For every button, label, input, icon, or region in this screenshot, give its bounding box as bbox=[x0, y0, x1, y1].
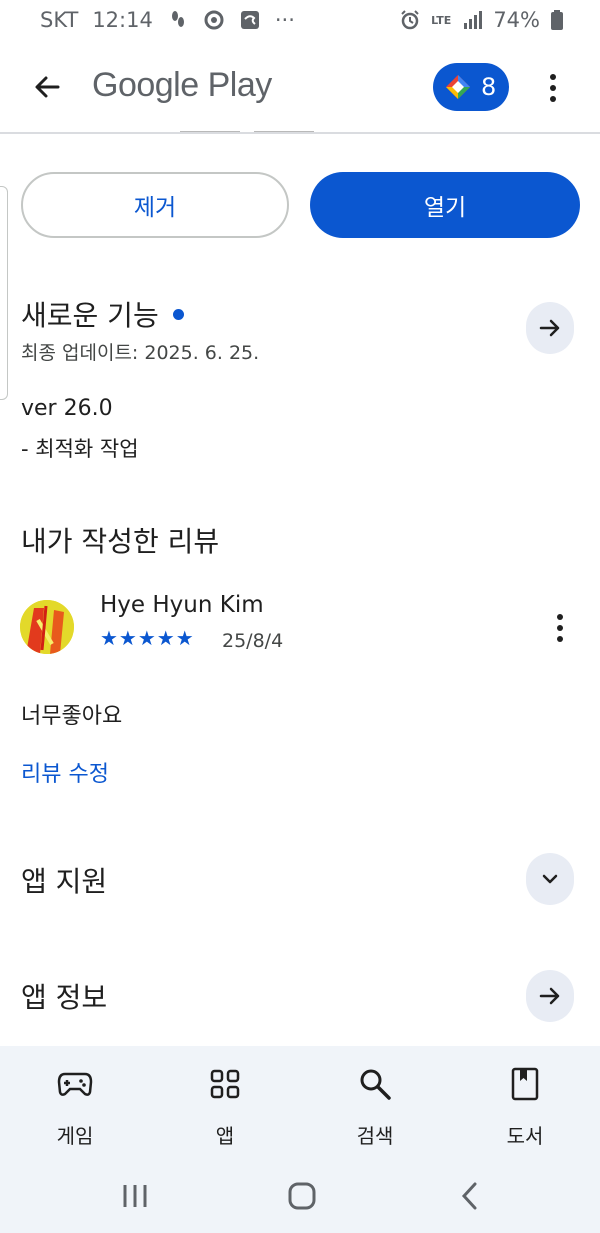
app-notification-icon bbox=[239, 9, 261, 31]
chrome-icon bbox=[203, 9, 225, 31]
nav-item-games[interactable]: 게임 bbox=[0, 1046, 150, 1158]
arrow-right-icon bbox=[539, 319, 560, 337]
more-dot bbox=[550, 96, 556, 102]
network-type: LTE bbox=[431, 13, 452, 27]
recent-apps-button[interactable] bbox=[110, 1176, 160, 1216]
more-dots-icon bbox=[550, 74, 556, 80]
status-bar: SKT 12:14 ··· LTE 74% bbox=[0, 0, 600, 44]
status-left: SKT 12:14 ··· bbox=[40, 8, 295, 32]
app-title: Google Play bbox=[92, 66, 272, 104]
review-date: 25/8/4 bbox=[222, 630, 284, 652]
edit-review-link[interactable]: 리뷰 수정 bbox=[21, 756, 109, 788]
whats-new-heading[interactable]: 새로운 기능 bbox=[21, 294, 184, 334]
app-support-heading[interactable]: 앱 지원 bbox=[21, 860, 107, 900]
whats-new-title: 새로운 기능 bbox=[21, 299, 159, 332]
play-points-icon bbox=[446, 75, 470, 99]
more-dot bbox=[550, 85, 556, 91]
more-dot bbox=[557, 625, 563, 631]
version-text: ver 26.0 bbox=[21, 396, 113, 421]
clock: 12:14 bbox=[92, 8, 153, 32]
more-dot bbox=[557, 636, 563, 642]
back-button[interactable] bbox=[24, 64, 70, 110]
book-icon bbox=[505, 1064, 545, 1104]
chevron-down-icon bbox=[542, 874, 558, 884]
play-points-count: 8 bbox=[481, 73, 497, 101]
reviewer-avatar bbox=[20, 600, 74, 654]
gamepad-icon bbox=[55, 1064, 95, 1104]
battery-icon bbox=[550, 9, 564, 31]
nav-label-books: 도서 bbox=[506, 1124, 544, 1148]
home-button[interactable] bbox=[277, 1176, 327, 1216]
my-review-heading: 내가 작성한 리뷰 bbox=[21, 525, 220, 558]
last-updated: 최종 업데이트: 2025. 6. 25. bbox=[21, 342, 260, 364]
alarm-icon bbox=[399, 9, 421, 31]
more-notifications-indicator: ··· bbox=[274, 8, 295, 32]
more-vert-icon bbox=[557, 614, 563, 620]
uninstall-button[interactable]: 제거 bbox=[21, 172, 289, 238]
home-icon bbox=[288, 1182, 316, 1210]
steps-icon bbox=[167, 9, 189, 31]
edge-panel-handle[interactable] bbox=[0, 186, 8, 400]
carrier-label: SKT bbox=[40, 8, 79, 32]
whats-new-details-button[interactable] bbox=[526, 302, 574, 354]
review-more-button[interactable] bbox=[546, 606, 574, 650]
review-text: 너무좋아요 bbox=[21, 704, 123, 729]
recent-apps-icon bbox=[123, 1185, 147, 1207]
play-points-button[interactable]: 8 bbox=[433, 63, 509, 111]
status-right: LTE 74% bbox=[399, 8, 564, 32]
app-info-heading[interactable]: 앱 정보 bbox=[21, 976, 107, 1016]
star-rating: ★★★★★ bbox=[100, 626, 195, 650]
search-icon bbox=[355, 1064, 395, 1104]
app-bar: Google Play 8 bbox=[0, 50, 600, 128]
bottom-navigation: 게임 앱 검색 도서 bbox=[0, 1046, 600, 1158]
changelog-text: - 최적화 작업 bbox=[21, 437, 139, 461]
back-arrow-icon bbox=[35, 76, 60, 98]
app-support-expand-button[interactable] bbox=[526, 853, 574, 905]
nav-item-books[interactable]: 도서 bbox=[450, 1046, 600, 1158]
apps-grid-icon bbox=[205, 1064, 245, 1104]
more-options-button[interactable] bbox=[538, 66, 568, 110]
signal-icon bbox=[461, 9, 483, 31]
open-button[interactable]: 열기 bbox=[310, 172, 580, 238]
nav-item-apps[interactable]: 앱 bbox=[150, 1046, 300, 1158]
battery-percent: 74% bbox=[493, 8, 540, 32]
nav-label-games: 게임 bbox=[56, 1124, 94, 1148]
chevron-left-icon bbox=[461, 1182, 477, 1210]
nav-item-search[interactable]: 검색 bbox=[300, 1046, 450, 1158]
nav-label-apps: 앱 bbox=[215, 1124, 235, 1148]
system-navigation-bar bbox=[0, 1158, 600, 1233]
reviewer-name: Hye Hyun Kim bbox=[100, 592, 264, 618]
system-back-button[interactable] bbox=[445, 1176, 495, 1216]
nav-label-search: 검색 bbox=[356, 1124, 394, 1148]
arrow-right-icon bbox=[539, 987, 560, 1005]
new-indicator-dot bbox=[172, 308, 184, 320]
app-info-button[interactable] bbox=[526, 970, 574, 1022]
app-bar-divider bbox=[0, 132, 600, 134]
